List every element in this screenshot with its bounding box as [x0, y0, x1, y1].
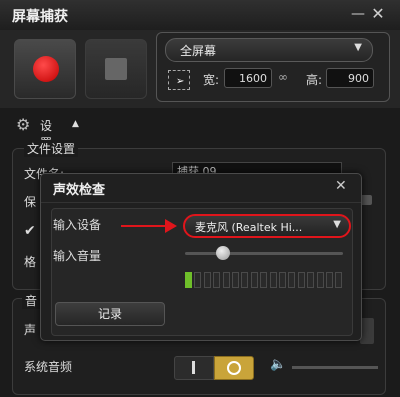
checkbox-checked-icon[interactable]: ✔ [24, 223, 36, 239]
format-label: 格 [24, 255, 37, 269]
region-mode-dropdown[interactable]: 全屏幕 ▼ [165, 38, 373, 62]
meter-segment [194, 272, 202, 288]
meter-segment [232, 272, 239, 288]
caret-up-icon: ▲ [72, 119, 79, 129]
height-label: 高: [306, 73, 323, 87]
speaker-icon: 🔈 [270, 357, 287, 372]
input-device-label: 输入设备 [53, 218, 102, 232]
annotation-arrow-icon [121, 225, 169, 227]
meter-segment [307, 272, 315, 288]
chevron-down-icon: ▼ [354, 42, 362, 53]
meter-segment [241, 272, 249, 288]
annotation-arrowhead-icon [165, 219, 177, 233]
sound-options-button[interactable] [360, 318, 374, 344]
input-volume-slider[interactable] [185, 252, 343, 255]
meter-segment [335, 272, 343, 288]
system-audio-volume-slider[interactable] [292, 366, 378, 369]
height-input[interactable]: 900 [326, 68, 374, 88]
chevron-down-icon: ▼ [333, 219, 341, 230]
record-dot-icon [33, 56, 59, 82]
close-icon[interactable]: ✕ [335, 178, 347, 194]
meter-segment [297, 272, 305, 288]
system-audio-on-toggle[interactable] [214, 356, 254, 380]
meter-segment [203, 272, 211, 288]
meter-segment [213, 272, 221, 288]
record-test-button[interactable]: 记录 [55, 302, 165, 326]
stop-button[interactable] [85, 39, 147, 99]
meter-segment [260, 272, 268, 288]
input-device-value: 麦克风 (Realtek Hi... [195, 221, 303, 234]
input-volume-label: 输入音量 [53, 249, 102, 263]
record-button[interactable] [14, 39, 76, 99]
meter-segment [288, 272, 296, 288]
save-location-label: 保 [24, 195, 37, 209]
file-settings-title: 文件设置 [24, 140, 79, 157]
meter-segment [326, 272, 333, 288]
region-mode-value: 全屏幕 [180, 44, 217, 58]
select-region-icon[interactable]: ➢ [168, 70, 190, 90]
meter-segment [250, 272, 258, 288]
meter-segment [185, 272, 192, 288]
meter-segment [222, 272, 230, 288]
meter-segment [316, 272, 324, 288]
meter-segment [269, 272, 277, 288]
input-device-dropdown[interactable]: 麦克风 (Realtek Hi... ▼ [183, 214, 351, 238]
width-input[interactable]: 1600 [224, 68, 272, 88]
sound-label: 声 [24, 323, 37, 337]
meter-segment [279, 272, 286, 288]
close-icon[interactable]: ✕ [369, 5, 387, 23]
system-audio-off-toggle[interactable] [174, 356, 214, 380]
sound-check-dialog: 声效检查 ✕ 输入设备 麦克风 (Realtek Hi... ▼ 输入音量 记录 [40, 173, 362, 341]
system-audio-label: 系统音频 [24, 360, 73, 374]
width-label: 宽: [203, 73, 220, 87]
audio-settings-title: 音 [22, 292, 41, 309]
input-volume-slider-thumb[interactable] [215, 246, 230, 260]
gear-icon: ⚙ [16, 115, 31, 134]
divider [41, 202, 361, 203]
dialog-title: 声效检查 [53, 183, 106, 198]
minimize-icon[interactable]: — [349, 5, 367, 23]
link-icon[interactable]: ∞ [278, 70, 288, 84]
window-title: 屏幕捕获 [12, 9, 68, 25]
stop-square-icon [105, 58, 127, 80]
